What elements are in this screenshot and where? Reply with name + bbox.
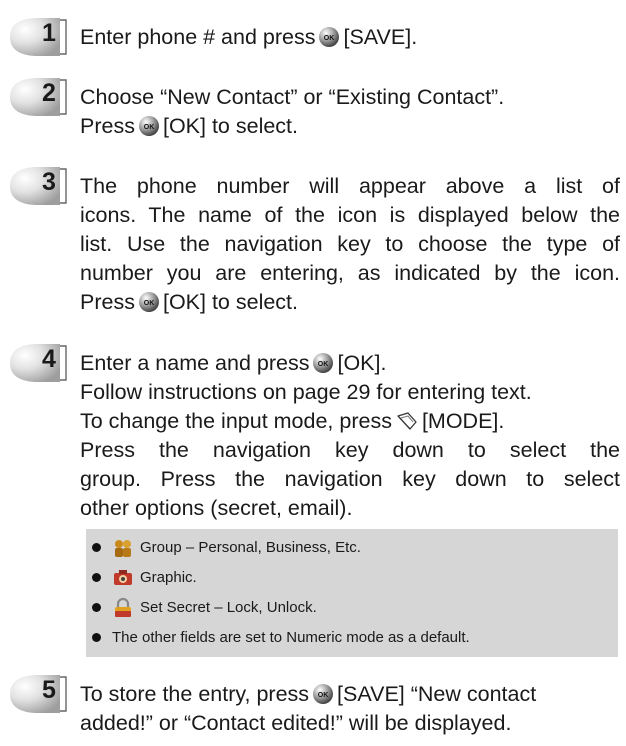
- ok-button-icon: OK: [312, 683, 334, 705]
- group-icon: [112, 537, 134, 559]
- step-number: 4: [42, 345, 56, 373]
- ok-button-icon: OK: [312, 352, 334, 374]
- bullet: [92, 573, 101, 582]
- step-number: 5: [42, 676, 56, 704]
- svg-text:OK: OK: [318, 692, 329, 699]
- step-4-line-6: other options (secret, email).: [80, 496, 353, 520]
- step-5-line-2: added!” or “Contact edited!” will be dis…: [80, 711, 512, 735]
- step-3-line-5: Press OK [OK] to select.: [80, 290, 298, 314]
- option-secret: Set Secret – Lock, Unlock.: [86, 597, 618, 619]
- option-label: Graphic.: [140, 569, 197, 586]
- step-3-line-4: number you are entering, as indicated by…: [80, 261, 620, 285]
- option-label: Group – Personal, Business, Etc.: [140, 539, 361, 556]
- bullet: [92, 603, 101, 612]
- step-number-badge-icon: 4: [8, 343, 72, 383]
- option-numeric-note: The other fields are set to Numeric mode…: [86, 627, 618, 649]
- lock-icon: [112, 597, 134, 619]
- step-number-badge-icon: 5: [8, 674, 72, 714]
- step-4-line-5: group. Press the navigation key down to …: [80, 467, 620, 491]
- svg-text:OK: OK: [144, 124, 155, 131]
- step-2-line-1: Choose “New Contact” or “Existing Contac…: [80, 85, 505, 109]
- option-label: Set Secret – Lock, Unlock.: [140, 599, 317, 616]
- ok-button-icon: OK: [318, 26, 340, 48]
- step-number: 2: [42, 79, 56, 107]
- step-5-line-1: To store the entry, press OK [SAVE] “New c…: [80, 682, 537, 706]
- svg-text:OK: OK: [324, 35, 335, 42]
- step-2-line-2: Press OK [OK] to select.: [80, 114, 298, 138]
- step-1-line-1: Enter phone # and press OK [SAVE].: [80, 25, 418, 49]
- options-panel: Group – Personal, Business, Etc. Graphic…: [86, 529, 618, 657]
- step-3-line-2: icons. The name of the icon is displayed…: [80, 203, 620, 227]
- step-number: 1: [42, 19, 56, 47]
- option-graphic: Graphic.: [86, 567, 618, 589]
- step-4-line-2: Follow instructions on page 29 for enter…: [80, 380, 532, 404]
- ok-button-icon: OK: [138, 115, 160, 137]
- ok-button-icon: OK: [138, 291, 160, 313]
- step-4-line-3: To change the input mode, press [MODE].: [80, 409, 505, 433]
- step-number: 3: [42, 168, 56, 196]
- step-3-line-1: The phone number will appear above a lis…: [80, 174, 620, 198]
- option-label: The other fields are set to Numeric mode…: [112, 629, 470, 646]
- step-4-line-1: Enter a name and press OK [OK].: [80, 351, 387, 375]
- step-4-line-4: Press the navigation key down to select …: [80, 438, 620, 462]
- bullet: [92, 543, 101, 552]
- svg-text:OK: OK: [318, 361, 329, 368]
- bullet: [92, 633, 101, 642]
- soft-key-icon: [396, 411, 418, 431]
- step-3-line-3: list. Use the navigation key to choose t…: [80, 232, 620, 256]
- step-number-badge-icon: 3: [8, 166, 72, 206]
- option-group: Group – Personal, Business, Etc.: [86, 537, 618, 559]
- step-number-badge-icon: 2: [8, 77, 72, 117]
- svg-text:OK: OK: [144, 300, 155, 307]
- graphic-icon: [112, 567, 134, 589]
- step-number-badge-icon: 1: [8, 17, 72, 57]
